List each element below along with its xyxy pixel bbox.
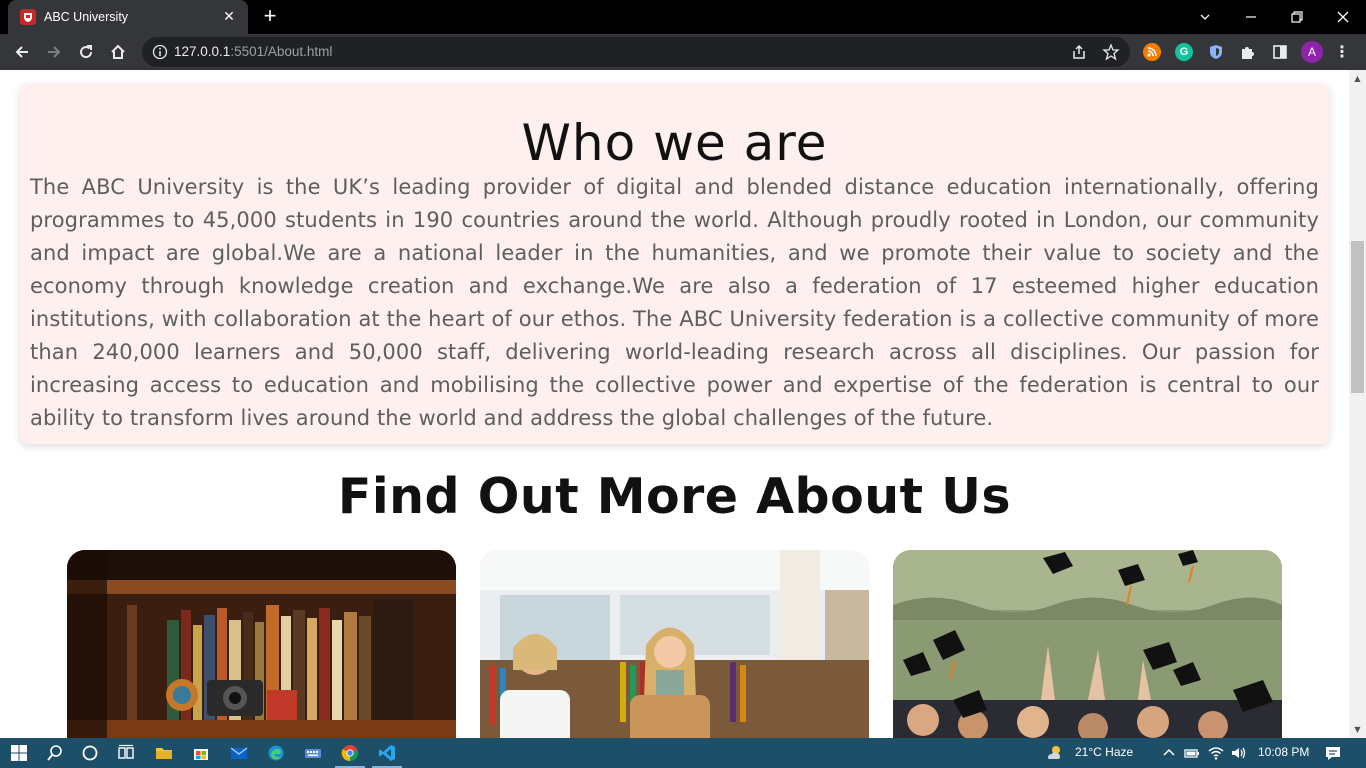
- chrome-icon[interactable]: [339, 742, 361, 764]
- browser-menu-icon[interactable]: ⋮: [1333, 43, 1351, 61]
- share-icon[interactable]: [1070, 43, 1088, 61]
- shield-extension-icon[interactable]: [1207, 43, 1225, 61]
- rss-extension-icon[interactable]: [1143, 43, 1161, 61]
- tab-title: ABC University: [44, 10, 129, 24]
- minimize-icon[interactable]: [1228, 0, 1274, 34]
- cortana-icon[interactable]: [79, 742, 101, 764]
- search-icon[interactable]: [44, 742, 66, 764]
- scroll-up-arrow-icon[interactable]: ▲: [1353, 74, 1362, 83]
- who-we-are-card: Who we are The ABC University is the UK’…: [20, 84, 1329, 444]
- tab-strip: ABC University ✕ +: [0, 0, 1366, 34]
- new-tab-button[interactable]: +: [258, 5, 282, 29]
- store-icon[interactable]: [190, 742, 212, 764]
- bookshelf-photo[interactable]: [67, 550, 456, 738]
- close-window-icon[interactable]: [1320, 0, 1366, 34]
- chevron-up-icon[interactable]: [1158, 742, 1180, 764]
- url-host: 127.0.0.1: [174, 44, 231, 59]
- page-viewport: Who we are The ABC University is the UK’…: [0, 70, 1349, 738]
- browser-toolbar: 127.0.0.1:5501/About.html G A ⋮: [0, 34, 1366, 70]
- site-info-icon[interactable]: [152, 44, 168, 60]
- mail-icon[interactable]: [228, 742, 250, 764]
- who-we-are-text: The ABC University is the UK’s leading p…: [30, 175, 1319, 430]
- bookmark-star-icon[interactable]: [1102, 43, 1120, 61]
- address-bar[interactable]: 127.0.0.1:5501/About.html: [142, 37, 1130, 67]
- grammarly-extension-icon[interactable]: G: [1175, 43, 1193, 61]
- windows-taskbar: 21°C Haze 10:08 PM: [0, 738, 1366, 768]
- reload-icon[interactable]: [72, 38, 100, 66]
- browser-tab[interactable]: ABC University ✕: [8, 0, 248, 34]
- wifi-icon[interactable]: [1205, 742, 1227, 764]
- volume-icon[interactable]: [1228, 742, 1250, 764]
- tab-search-icon[interactable]: [1182, 0, 1228, 34]
- extensions-puzzle-icon[interactable]: [1239, 43, 1257, 61]
- library-students-photo[interactable]: [480, 550, 869, 738]
- page-scrollbar[interactable]: ▲ ▼: [1349, 70, 1366, 738]
- close-tab-icon[interactable]: ✕: [220, 9, 238, 25]
- profile-avatar[interactable]: A: [1301, 41, 1323, 63]
- notifications-icon[interactable]: [1322, 742, 1344, 764]
- university-crest-icon: [20, 9, 36, 25]
- scroll-thumb[interactable]: [1351, 241, 1364, 393]
- find-out-more-heading: Find Out More About Us: [337, 468, 1012, 525]
- scroll-down-arrow-icon[interactable]: ▼: [1353, 725, 1362, 734]
- edge-icon[interactable]: [265, 742, 287, 764]
- restore-icon[interactable]: [1274, 0, 1320, 34]
- forward-icon[interactable]: [40, 38, 68, 66]
- back-icon[interactable]: [8, 38, 36, 66]
- weather-icon[interactable]: [1043, 742, 1065, 764]
- side-panel-icon[interactable]: [1271, 43, 1289, 61]
- who-we-are-heading: Who we are: [521, 114, 828, 172]
- home-icon[interactable]: [104, 38, 132, 66]
- battery-icon[interactable]: [1181, 742, 1203, 764]
- vscode-icon[interactable]: [376, 742, 398, 764]
- url-text: 127.0.0.1:5501/About.html: [174, 44, 332, 59]
- weather-text[interactable]: 21°C Haze: [1075, 745, 1133, 759]
- url-path: :5501/About.html: [230, 44, 333, 59]
- keyboard-icon[interactable]: [302, 742, 324, 764]
- file-explorer-icon[interactable]: [153, 742, 175, 764]
- task-view-icon[interactable]: [115, 742, 137, 764]
- windows-start-icon[interactable]: [8, 742, 30, 764]
- clock-time[interactable]: 10:08 PM: [1258, 745, 1309, 759]
- graduation-caps-photo[interactable]: [893, 550, 1282, 738]
